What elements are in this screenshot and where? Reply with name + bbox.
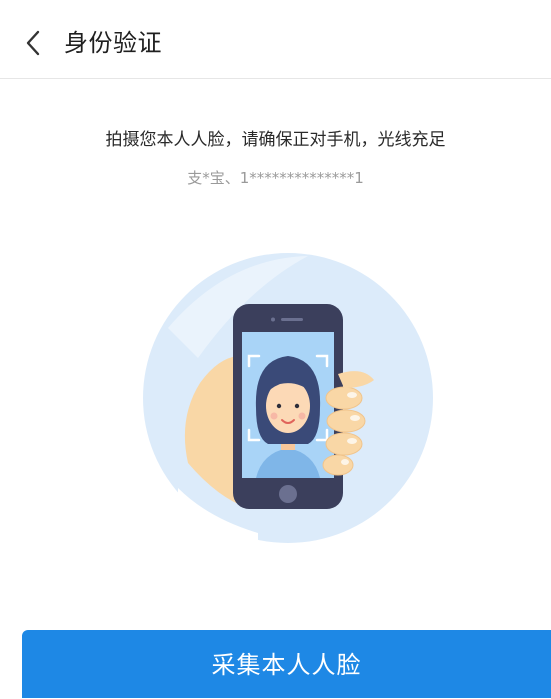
- instruction-text: 拍摄您本人人脸，请确保正对手机，光线充足: [105, 130, 446, 150]
- back-button[interactable]: [18, 26, 52, 60]
- face-capture-illustration: [138, 248, 438, 548]
- top-nav-bar: 身份验证: [0, 0, 551, 79]
- avatar-right-eye: [294, 403, 300, 409]
- avatar-right-cheek: [298, 412, 306, 420]
- phone-home-button: [279, 485, 297, 503]
- account-masked-text: 支*宝、1**************1: [187, 169, 364, 187]
- page-title: 身份验证: [64, 29, 162, 57]
- chevron-left-icon: [26, 30, 40, 56]
- capture-face-button[interactable]: 采集本人人脸: [22, 630, 551, 698]
- phone-speaker: [281, 318, 303, 321]
- avatar-left-cheek: [270, 412, 278, 420]
- phone-camera: [271, 317, 275, 322]
- avatar-left-eye: [276, 403, 282, 409]
